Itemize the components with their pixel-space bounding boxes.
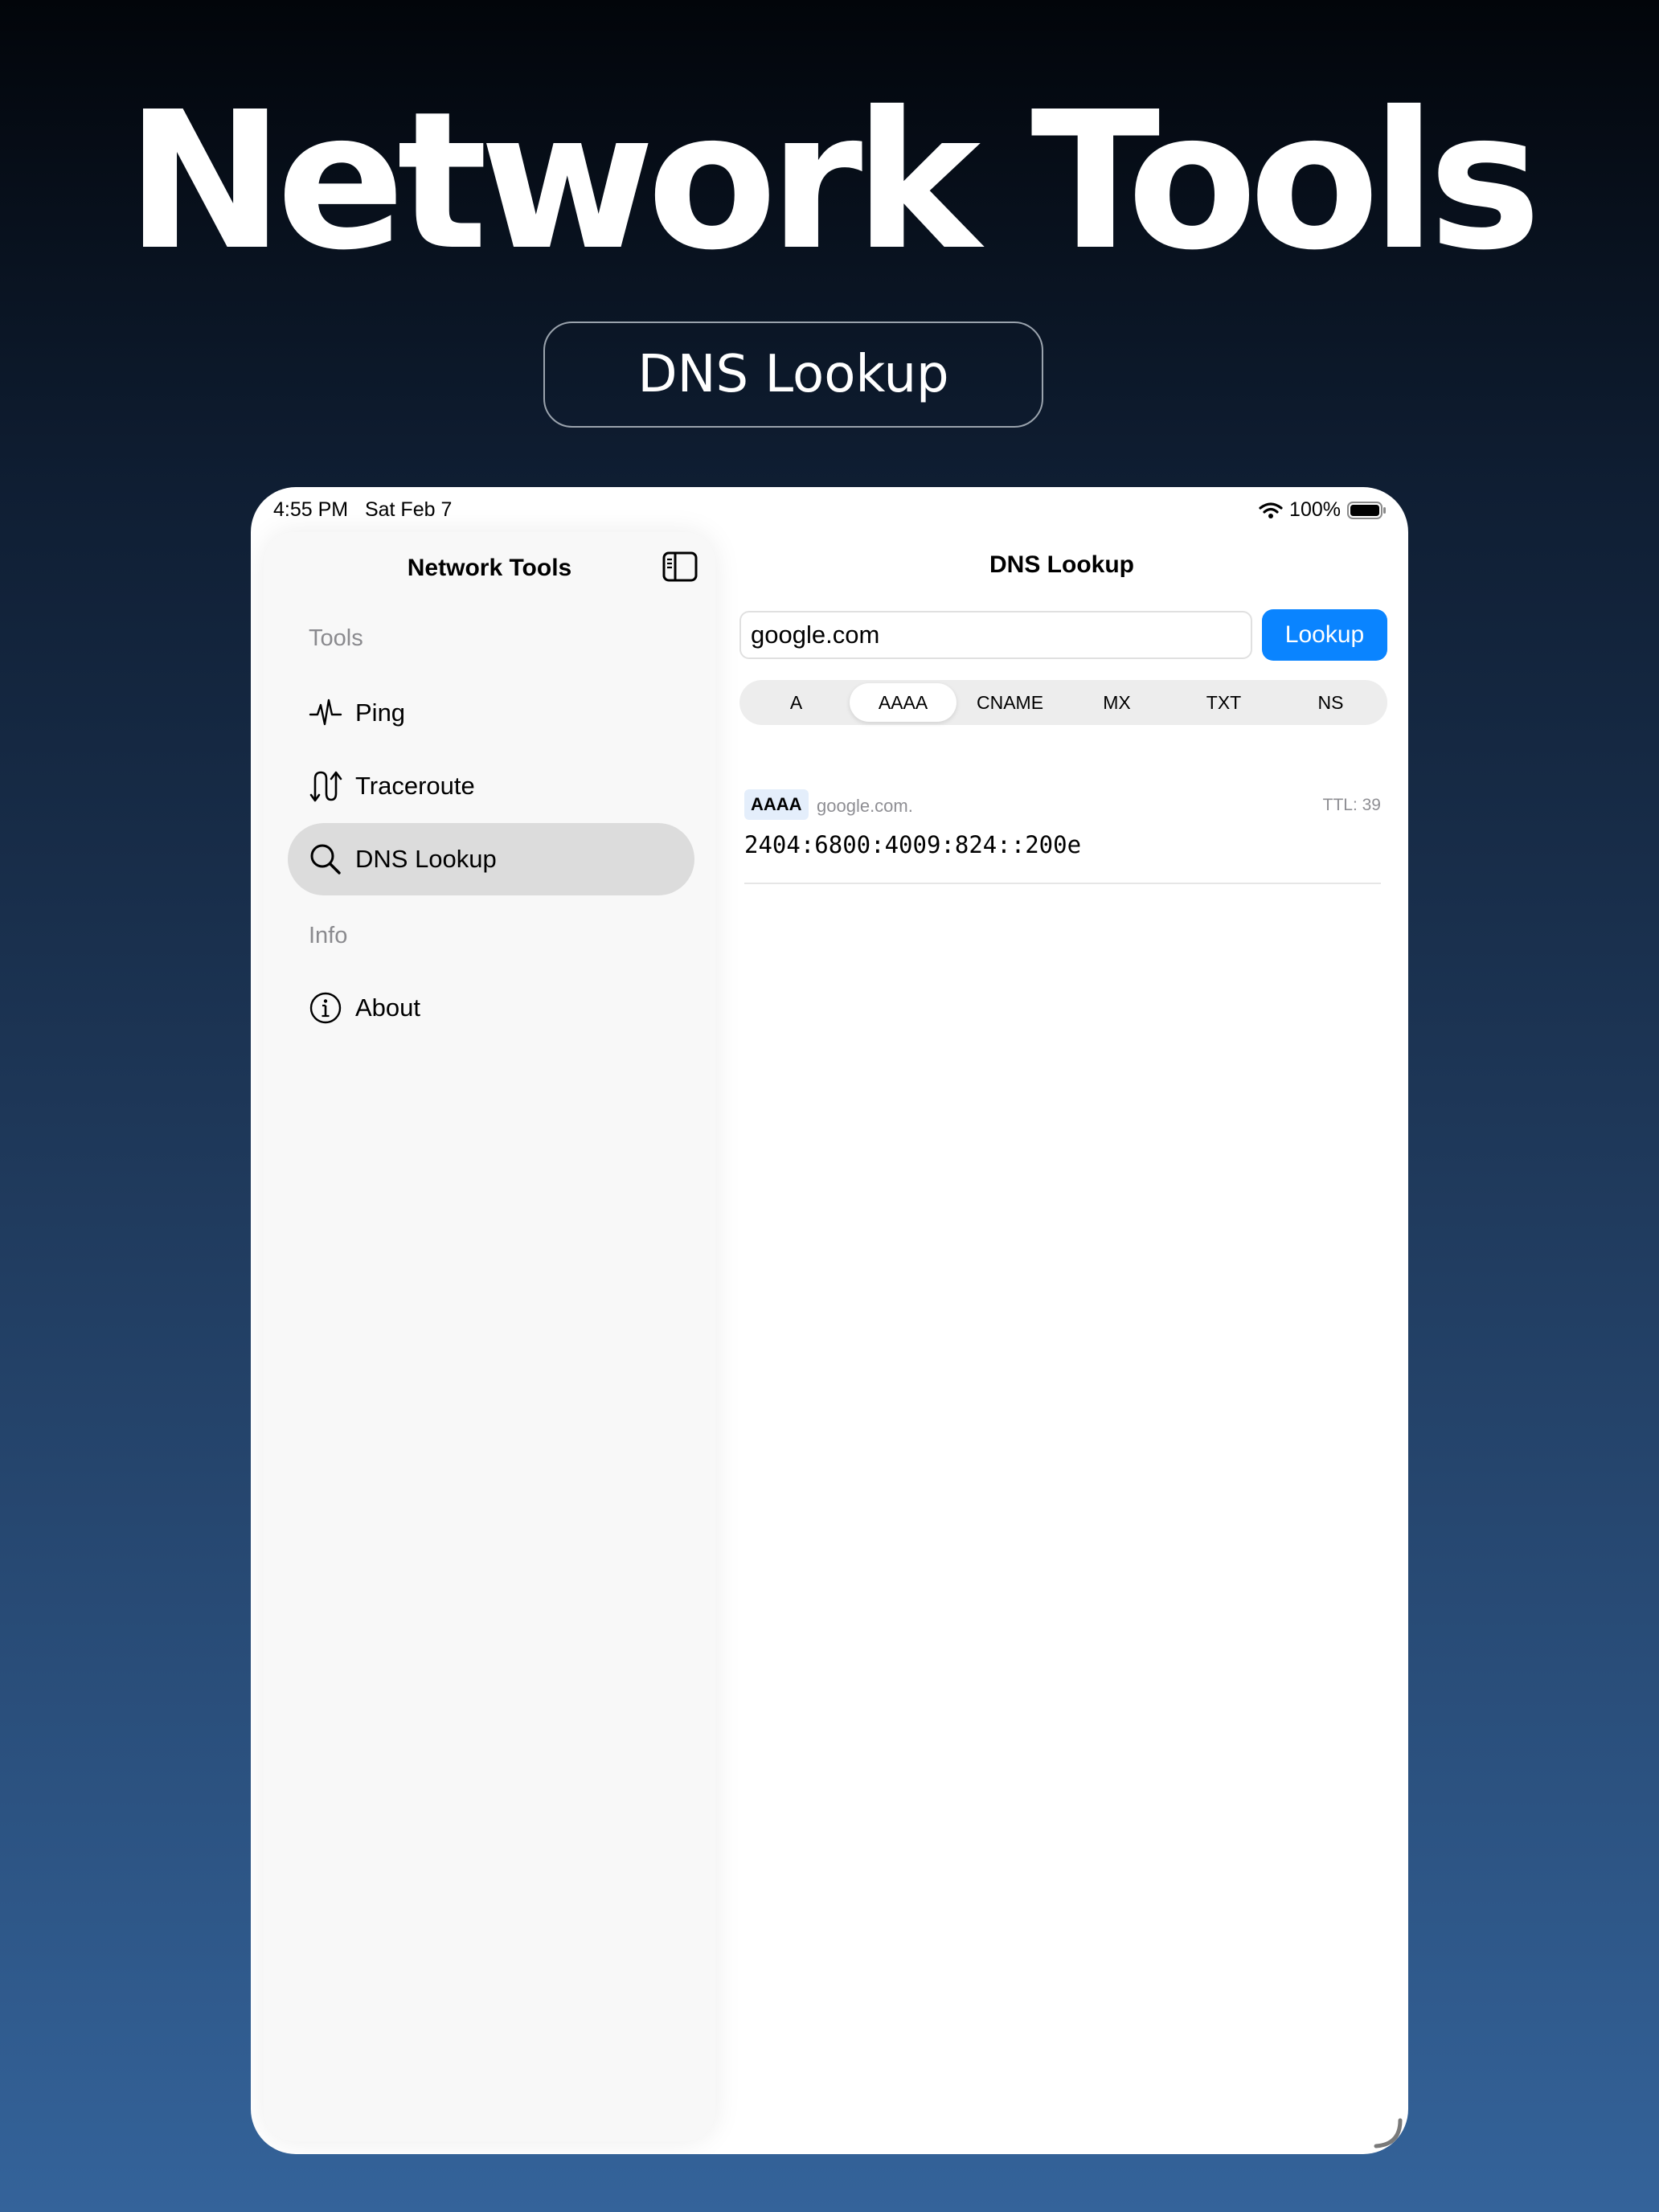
info-circle-icon — [307, 989, 344, 1026]
status-date: Sat Feb 7 — [364, 498, 453, 521]
wifi-icon — [1259, 502, 1283, 518]
segment-ns[interactable]: NS — [1277, 683, 1384, 722]
battery-icon — [1347, 501, 1386, 519]
sidebar: Network Tools Tools Ping Traceroute DNS … — [264, 532, 715, 2141]
status-clock: 4:55 PM — [273, 498, 349, 521]
sidebar-item-label: Ping — [355, 698, 406, 727]
status-bar: 4:55 PM Sat Feb 7 100% — [251, 487, 1408, 534]
domain-input[interactable] — [739, 611, 1252, 659]
status-time: 4:55 PM Sat Feb 7 — [273, 498, 452, 522]
segment-cname[interactable]: CNAME — [956, 683, 1063, 722]
segment-txt[interactable]: TXT — [1170, 683, 1277, 722]
sidebar-item-label: Traceroute — [355, 772, 475, 800]
segment-aaaa[interactable]: AAAA — [850, 683, 956, 722]
section-header-info: Info — [309, 923, 348, 948]
status-indicators: 100% — [1259, 498, 1387, 522]
record-value: 2404:6800:4009:824::200e — [744, 831, 1082, 858]
sidebar-item-dns-lookup[interactable]: DNS Lookup — [288, 823, 694, 895]
hero-title: Network Tools — [125, 71, 1541, 292]
resize-corner-icon[interactable] — [1368, 2114, 1405, 2151]
detail-title: DNS Lookup — [989, 551, 1134, 578]
record-type-badge: AAAA — [744, 789, 809, 820]
dns-record-row: AAAA google.com. TTL: 39 2404:6800:4009:… — [744, 784, 1381, 884]
battery-percentage: 100% — [1289, 498, 1341, 521]
sidebar-item-traceroute[interactable]: Traceroute — [288, 750, 694, 822]
sidebar-toggle-icon[interactable] — [662, 551, 698, 582]
ipad-screen: 4:55 PM Sat Feb 7 100% Network Tools Too… — [251, 487, 1408, 2154]
sidebar-item-label: DNS Lookup — [355, 845, 497, 873]
hero-feature-badge: DNS Lookup — [543, 322, 1043, 428]
sidebar-title: Network Tools — [407, 555, 572, 581]
segment-a[interactable]: A — [743, 683, 850, 722]
route-arrows-icon — [307, 768, 344, 805]
record-ttl: TTL: 39 — [1322, 796, 1381, 814]
lookup-button[interactable]: Lookup — [1262, 609, 1387, 661]
magnifying-glass-icon — [307, 841, 344, 878]
sidebar-item-label: About — [355, 993, 421, 1022]
record-type-picker: A AAAA CNAME MX TXT NS — [739, 680, 1387, 725]
segment-mx[interactable]: MX — [1063, 683, 1170, 722]
sidebar-item-about[interactable]: About — [288, 972, 694, 1044]
section-header-tools: Tools — [309, 625, 363, 651]
record-name: google.com. — [817, 796, 913, 816]
waveform-icon — [307, 694, 344, 731]
sidebar-item-ping[interactable]: Ping — [288, 677, 694, 749]
